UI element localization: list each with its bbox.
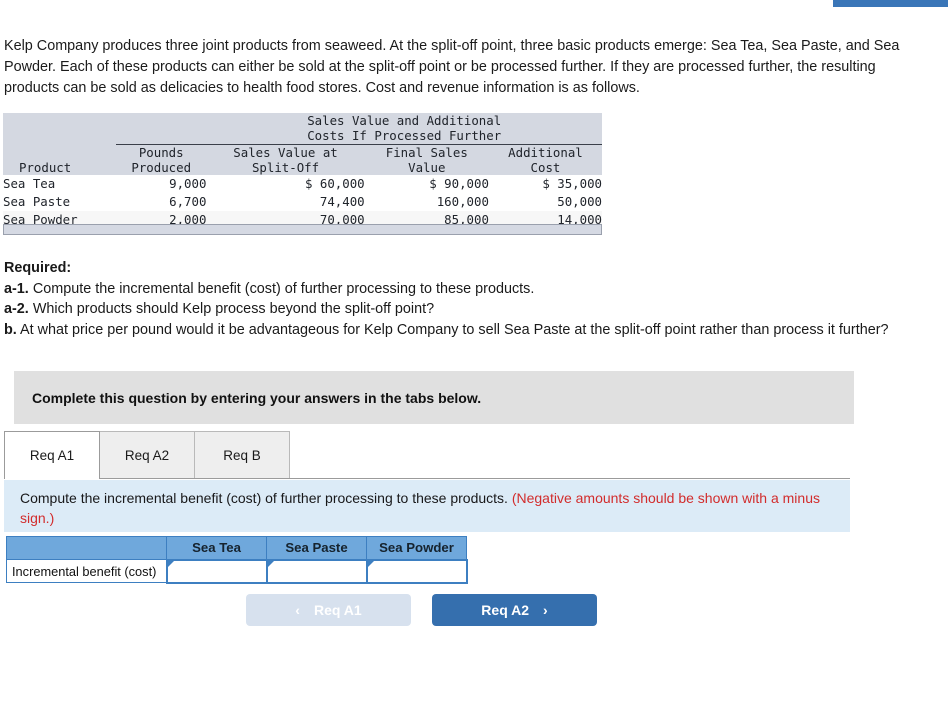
col-header-finalsales-line2: Value [364,159,489,175]
required-item-a1: a-1. Compute the incremental benefit (co… [4,279,934,300]
col-header-product-line2: Product [3,159,117,175]
tab-req-b[interactable]: Req B [194,431,290,478]
answer-row-label: Incremental benefit (cost) [6,559,167,583]
col-header-pounds-line2: Produced [116,159,207,175]
tab-instruction-panel: Compute the incremental benefit (cost) o… [4,480,850,532]
group-title-row-2: Costs If Processed Further [3,128,602,143]
cell-product: Sea Tea [3,174,117,193]
required-label-b: b. [4,321,17,338]
answer-input-sea-powder[interactable] [365,558,468,584]
answer-table-container: Sea Tea Sea Paste Sea Powder Incremental… [6,536,468,584]
col-header-additionalcost-line1: Additional [488,144,602,160]
horizontal-scrollbar[interactable] [3,224,602,235]
prev-req-a1-button[interactable]: ‹ Req A1 [246,594,411,626]
tab-instruction-text: Compute the incremental benefit (cost) o… [20,490,508,506]
tab-bar: Req A1 Req A2 Req B [4,431,850,479]
tab-req-a2[interactable]: Req A2 [99,431,195,478]
col-header-finalsales-line1: Final Sales [364,144,489,160]
required-text-a1: Compute the incremental benefit (cost) o… [32,280,535,297]
problem-statement: Kelp Company produces three joint produc… [4,38,900,96]
table-row: Sea Tea 9,000 $ 60,000 $ 90,000 $ 35,000 [3,174,602,193]
answer-corner-cell [6,536,167,560]
col-header-product-line1 [3,144,117,160]
chevron-right-icon: › [543,602,548,618]
required-item-b: b. At what price per pound would it be a… [4,320,934,341]
cost-revenue-table-container: Sales Value and Additional Costs If Proc… [3,113,602,229]
answer-col-header-sea-powder: Sea Powder [366,536,467,560]
required-label-a1: a-1. [4,280,29,297]
required-heading: Required: [4,260,72,276]
table-body: Sea Tea 9,000 $ 60,000 $ 90,000 $ 35,000… [3,174,602,229]
cell-finalsales: $ 90,000 [364,174,489,193]
next-button-label: Req A2 [481,602,530,618]
table-head: Sales Value and Additional Costs If Proc… [3,113,602,175]
column-header-row-2: Product Produced Split-Off Value Cost [3,159,602,175]
answer-input-sea-tea[interactable] [165,558,268,584]
required-label-a2: a-2. [4,301,29,317]
column-header-row-1: Pounds Sales Value at Final Sales Additi… [3,144,602,160]
answer-col-header-sea-paste: Sea Paste [266,536,367,560]
chevron-left-icon: ‹ [295,602,300,618]
required-section: Required: a-1. Compute the incremental b… [4,258,934,340]
instructions-banner: Complete this question by entering your … [14,371,854,424]
table-row: Sea Paste 6,700 74,400 160,000 50,000 [3,192,602,211]
group-title-row: Sales Value and Additional [3,113,602,128]
cell-splitoff: $ 60,000 [206,174,365,193]
cell-additionalcost: $ 35,000 [488,174,602,193]
required-item-a2: a-2. Which products should Kelp process … [4,299,934,320]
group-title-spacer-left-2 [3,128,117,143]
cell-finalsales: 160,000 [364,192,489,211]
cost-revenue-table: Sales Value and Additional Costs If Proc… [3,113,602,229]
required-text-b: At what price per pound would it be adva… [20,321,889,338]
nav-buttons: ‹ Req A1 Req A2 › [246,594,597,626]
group-title-spacer-left [3,113,117,128]
cell-flag-icon [367,560,374,567]
required-text-a2: Which products should Kelp process beyon… [32,301,435,317]
col-header-pounds-line1: Pounds [116,144,207,160]
top-blue-bar [833,0,948,7]
group-title-spacer-mid-2 [116,128,207,143]
cell-product: Sea Paste [3,192,117,211]
cell-splitoff: 74,400 [206,192,365,211]
group-title-line2: Costs If Processed Further [206,128,602,143]
tab-req-a1[interactable]: Req A1 [4,431,100,479]
cell-pounds: 9,000 [116,174,207,193]
col-header-splitoff-line1: Sales Value at [206,144,365,160]
prev-button-label: Req A1 [313,602,362,618]
col-header-additionalcost-line2: Cost [488,159,602,175]
answer-header-row: Sea Tea Sea Paste Sea Powder [6,536,467,560]
cell-pounds: 6,700 [116,192,207,211]
cell-additionalcost: 50,000 [488,192,602,211]
cell-flag-icon [167,560,174,567]
answer-col-header-sea-tea: Sea Tea [166,536,267,560]
answer-row: Incremental benefit (cost) [6,558,468,584]
cell-flag-icon [267,560,274,567]
col-header-splitoff-line2: Split-Off [206,159,365,175]
group-title-spacer-mid [116,113,207,128]
answer-input-sea-paste[interactable] [265,558,368,584]
answer-table: Sea Tea Sea Paste Sea Powder Incremental… [6,536,468,584]
next-req-a2-button[interactable]: Req A2 › [432,594,597,626]
group-title-line1: Sales Value and Additional [206,113,602,128]
